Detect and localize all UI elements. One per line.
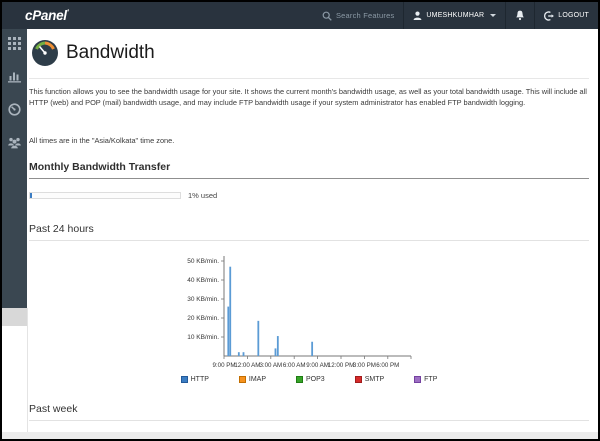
past-24-hours-heading: Past 24 hours [29,223,589,241]
sidebar-item-home[interactable] [8,37,21,50]
legend-swatch-smtp [355,376,362,383]
svg-text:40 KB/min.: 40 KB/min. [187,277,219,284]
legend-item-smtp: SMTP [355,376,384,383]
gauge-icon [8,103,21,116]
legend-swatch-ftp [414,376,421,383]
page-header: Bandwidth [32,40,155,66]
svg-text:30 KB/min.: 30 KB/min. [187,296,219,303]
users-icon [8,136,21,149]
legend-label: FTP [424,376,437,383]
search-features[interactable]: Search Features [313,2,403,29]
user-menu[interactable]: UMESHKUMHAR [403,2,505,29]
legend-swatch-imap [239,376,246,383]
top-navigation-bar: cPanelʹ Search Features UMESHKUMHAR LOGO… [2,2,598,29]
svg-text:9:00 AM: 9:00 AM [306,362,329,369]
bandwidth-gauge-icon [32,40,58,66]
chart-legend: HTTP IMAP POP3 SMTP FTP [29,376,589,383]
legend-swatch-http [181,376,188,383]
bandwidth-progress-fill [30,193,32,198]
sidebar [2,29,27,310]
apps-grid-icon [8,37,21,50]
svg-text:12:00 PM: 12:00 PM [328,362,354,369]
past-week-heading: Past week [29,403,589,421]
legend-label: SMTP [365,376,384,383]
legend-swatch-pop3 [296,376,303,383]
stats-chart-icon [8,70,21,83]
header-divider [29,78,589,79]
bandwidth-chart: 50 KB/min. 40 KB/min. 30 KB/min. 20 KB/min.… [180,252,420,374]
sidebar-item-statistics[interactable] [8,70,21,83]
legend-label: IMAP [249,376,266,383]
svg-text:6:00 AM: 6:00 AM [283,362,306,369]
logout-label: LOGOUT [558,12,589,19]
svg-text:6:00 PM: 6:00 PM [376,362,399,369]
topbar-actions: Search Features UMESHKUMHAR LOGOUT [313,2,598,29]
window-bottom-edge [2,432,598,439]
notifications-button[interactable] [505,2,534,29]
legend-label: POP3 [306,376,325,383]
svg-text:10 KB/min.: 10 KB/min. [187,334,219,341]
sidebar-end-cap [2,308,27,326]
legend-item-http: HTTP [181,376,209,383]
progress-percent-label: 1% used [188,191,217,200]
svg-text:3:00 PM: 3:00 PM [353,362,376,369]
svg-text:3:00 AM: 3:00 AM [259,362,282,369]
cpanel-logo-text: cPanel [25,8,67,23]
sidebar-item-user-manager[interactable] [8,136,21,149]
chevron-down-icon [490,14,496,17]
page-description: This function allows you to see the band… [29,86,591,108]
logout-button[interactable]: LOGOUT [534,2,598,29]
monthly-transfer-heading: Monthly Bandwidth Transfer [29,161,589,179]
monthly-usage-row: 1% used [29,191,217,200]
legend-item-ftp: FTP [414,376,437,383]
svg-text:9:00 PM: 9:00 PM [212,362,235,369]
bandwidth-progress-bar [29,192,181,199]
page-title: Bandwidth [66,42,155,64]
legend-item-imap: IMAP [239,376,266,383]
search-features-label: Search Features [336,11,394,20]
user-name-label: UMESHKUMHAR [426,12,484,19]
cpanel-logo[interactable]: cPanelʹ [25,8,68,23]
search-icon [322,11,332,21]
svg-text:50 KB/min.: 50 KB/min. [187,258,219,265]
content-left-divider [27,308,28,439]
legend-label: HTTP [191,376,209,383]
svg-text:20 KB/min.: 20 KB/min. [187,315,219,322]
bell-icon [515,10,525,21]
cpanel-window: cPanelʹ Search Features UMESHKUMHAR LOGO… [0,0,600,441]
logout-icon [544,11,554,21]
sidebar-item-dashboard[interactable] [8,103,21,116]
svg-text:12:00 AM: 12:00 AM [234,362,260,369]
cpanel-logo-trademark: ʹ [67,8,69,17]
legend-item-pop3: POP3 [296,376,325,383]
main-content: Bandwidth This function allows you to se… [29,29,595,439]
user-icon [413,11,422,20]
timezone-note: All times are in the "Asia/Kolkata" time… [29,136,174,145]
